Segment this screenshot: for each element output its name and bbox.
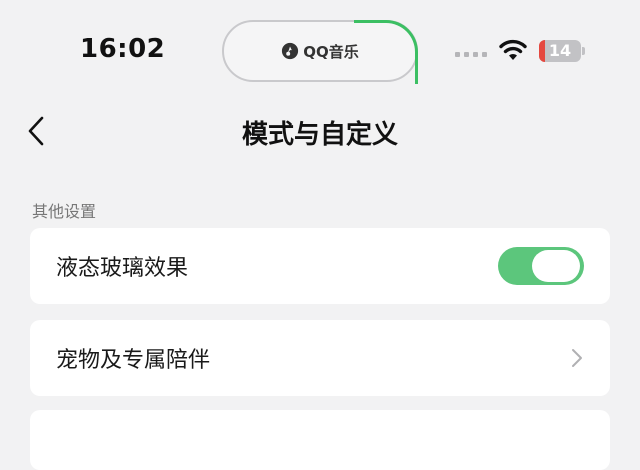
settings-row-pet-companion[interactable]: 宠物及专属陪伴 — [30, 320, 610, 396]
toggle-knob — [532, 250, 580, 282]
section-label: 其他设置 — [32, 202, 97, 221]
settings-row-label: 宠物及专属陪伴 — [56, 348, 211, 373]
dynamic-island[interactable]: QQ音乐 — [222, 20, 418, 84]
liquid-glass-toggle[interactable] — [498, 247, 584, 285]
wifi-icon — [499, 39, 527, 60]
playback-progress-arc — [354, 20, 418, 84]
island-app-name: QQ音乐 — [303, 42, 359, 61]
battery-icon: 14 — [539, 40, 585, 62]
settings-row-partial[interactable] — [30, 410, 610, 470]
signal-dots-icon — [455, 52, 487, 57]
battery-level: 14 — [548, 41, 572, 60]
qq-music-logo-icon — [282, 42, 299, 60]
settings-row-label: 液态玻璃效果 — [56, 256, 189, 281]
settings-row-liquid-glass[interactable]: 液态玻璃效果 — [30, 228, 610, 304]
page-title: 模式与自定义 — [241, 120, 398, 150]
chevron-right-icon[interactable] — [570, 347, 584, 369]
status-time: 16:02 — [80, 34, 166, 64]
